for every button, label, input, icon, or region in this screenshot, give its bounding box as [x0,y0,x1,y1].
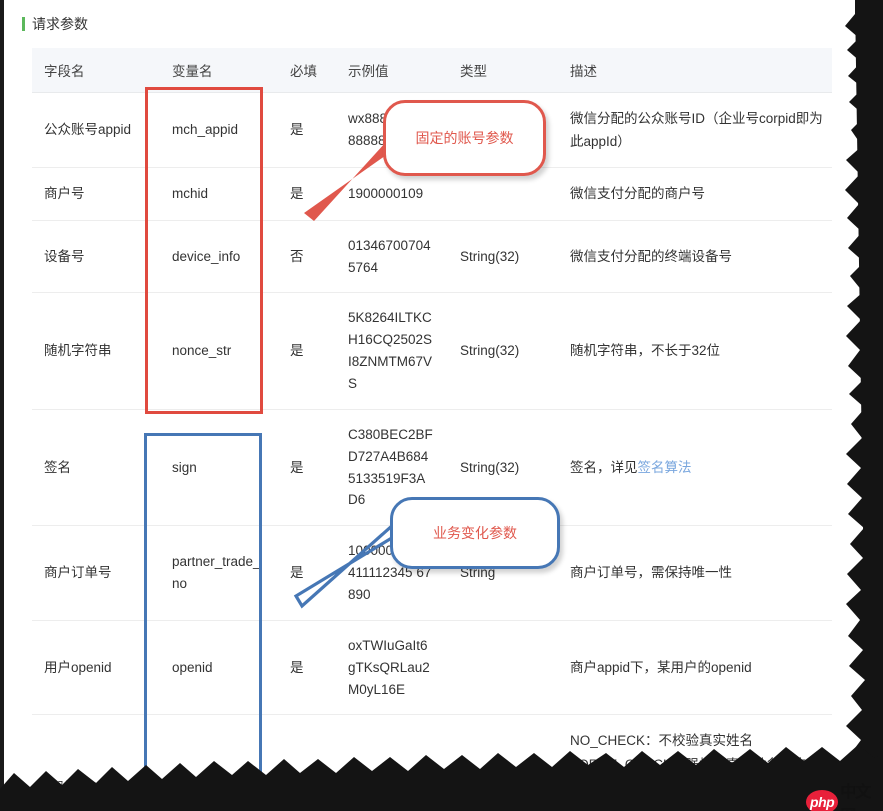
php-logo-icon: php [806,790,839,811]
page-root: 请求参数 字段名 变量名 必填 示例值 类型 描述 公众账号appid mch_a… [0,0,883,811]
cell-variable: nonce_str [160,292,278,410]
heading-accent-bar [22,17,25,31]
cell-required: 是 [278,409,336,527]
cell-example: 013467007045764 [336,220,448,294]
cell-description: 签名，详见签名算法 [558,409,832,527]
cell-required: 是 [278,292,336,410]
table-row: 校验用户姓名选项 check_name 是 OPTION_CHECK String NO_… [32,714,832,811]
col-header-example: 示例值 [336,48,448,93]
cell-required: 是 [278,525,336,621]
cell-variable: sign [160,409,278,527]
blue-callout-text: 业务变化参数 [390,497,560,569]
cell-variable: partner_trade_no [160,525,278,621]
cell-field: 商户订单号 [32,525,160,621]
table-header-row: 字段名 变量名 必填 示例值 类型 描述 [32,48,832,93]
col-header-desc: 描述 [558,48,832,93]
description-text: 签名，详见 [570,459,638,475]
cell-type: String(32) [448,220,558,294]
cell-description: 随机字符串，不长于32位 [558,292,832,410]
description-text: 商户appid下，某用户的openid [570,660,752,675]
description-link[interactable]: 签名算法 [638,460,692,475]
table-row: 随机字符串 nonce_str 是 5K8264ILTKCH16CQ2502SI8ZN… [32,292,832,410]
cell-required: 是 [278,714,336,811]
cell-type: String [448,714,558,811]
col-header-variable: 变量名 [160,48,278,93]
cell-field: 用户openid [32,620,160,716]
red-callout-text: 固定的账号参数 [383,100,546,176]
cell-example: 5K8264ILTKCH16CQ2502SI8ZNMTM67VS [336,292,448,410]
col-header-required: 必填 [278,48,336,93]
cell-description: 商户appid下，某用户的openid [558,620,832,716]
heading-label: 请求参数 [32,16,88,32]
cell-variable: check_name [160,714,278,811]
cell-field: 设备号 [32,220,160,294]
table-body: 公众账号appidmch_appid是wx8888888888888888微信分… [32,92,832,811]
blue-callout: 业务变化参数 [390,497,560,569]
cell-variable: mchid [160,167,278,221]
col-header-field: 字段名 [32,48,160,93]
cell-example: OPTION_CHECK [336,714,448,811]
cell-required: 否 [278,220,336,294]
cell-field: 商户号 [32,167,160,221]
cell-variable: device_info [160,220,278,294]
watermark-text: 中文网 [840,784,871,811]
col-header-type: 类型 [448,48,558,93]
cell-field: 公众账号appid [32,92,160,169]
cell-required: 是 [278,92,336,169]
cell-description: NO_CHECK：不校验真实姓名 FORCE_CHECK：强校验真实姓名（未实名… [558,714,832,811]
cell-field: 签名 [32,409,160,527]
red-callout: 固定的账号参数 [383,100,546,176]
description-text: 微信分配的公众账号ID（企业号corpid即为此appId） [570,111,823,150]
watermark: php 中文网 [806,778,883,811]
description-text: 微信支付分配的商户号 [570,186,705,202]
table-row: 用户openid openid 是 oxTWIuGaIt6gTKsQRLau2M0yL… [32,620,832,716]
cell-variable: openid [160,620,278,716]
cell-type: String(32) [448,292,558,410]
description-text: 微信支付分配的终端设备号 [570,248,732,264]
description-text: 商户订单号，需保持唯一性 [570,565,732,581]
cell-description: 微信分配的公众账号ID（企业号corpid即为此appId） [558,92,832,169]
description-text: 随机字符串，不长于32位 [570,343,721,359]
description-text: NO_CHECK：不校验真实姓名 FORCE_CHECK：强校验真实姓名（未实名… [570,733,825,811]
cell-required: 是 [278,167,336,221]
cell-field: 校验用户姓名选项 [32,714,160,811]
cell-type [448,620,558,716]
table-header: 字段名 变量名 必填 示例值 类型 描述 [32,48,832,93]
cell-description: 微信支付分配的终端设备号 [558,220,832,294]
cell-description: 微信支付分配的商户号 [558,167,832,221]
torn-edge-left [0,0,4,811]
cell-required: 是 [278,620,336,716]
section-heading: 请求参数 [22,14,88,34]
cell-description: 商户订单号，需保持唯一性 [558,525,832,621]
table-row: 设备号 device_info 否 013467007045764 String(32)… [32,220,832,294]
cell-variable: mch_appid [160,92,278,169]
cell-example: oxTWIuGaIt6gTKsQRLau2M0yL16E [336,620,448,716]
cell-field: 随机字符串 [32,292,160,410]
